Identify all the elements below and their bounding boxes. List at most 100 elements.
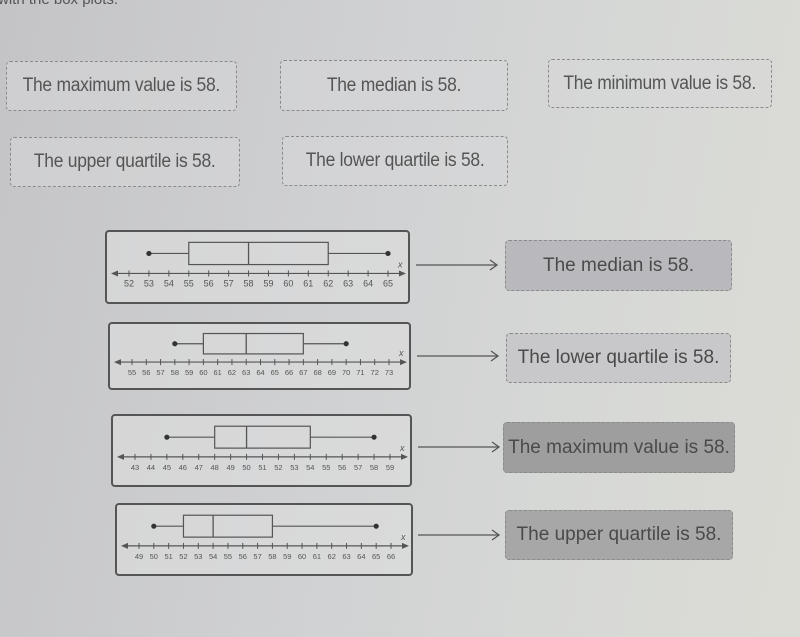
- tick-label: 56: [142, 368, 150, 377]
- answer-slot-3[interactable]: The maximum value is 58.: [503, 422, 735, 473]
- box-plot-4: x 49 50 51 52 53 54 55 56 57 58 59 60 61 62 63 64 65 66: [121, 514, 409, 561]
- tile-minimum[interactable]: The minimum value is 58.: [548, 59, 772, 108]
- tick-label: 58: [244, 278, 254, 288]
- tick-label: 64: [363, 278, 373, 288]
- box-plot-1: x 52 53 54 55 56 57 58 59 60 61 62 63 64 65: [111, 241, 406, 288]
- tick-label: 47: [195, 463, 203, 472]
- tick-label: 52: [179, 552, 187, 561]
- tick-label: 61: [213, 368, 221, 377]
- tick-label: 58: [171, 368, 179, 377]
- max-point: [343, 341, 349, 347]
- tick-label: 43: [131, 463, 139, 472]
- tick-label: 55: [184, 278, 194, 288]
- box-plot-card-4: x 49 50 51 52 53 54 55 56 57 58 59 60 61 62 63 64 65 66: [115, 503, 413, 576]
- axis-label: x: [398, 348, 404, 358]
- tick-label: 65: [372, 552, 380, 561]
- min-point: [151, 523, 157, 529]
- tick-label: 66: [387, 552, 395, 561]
- tick-label: 57: [224, 278, 234, 288]
- answer-slot-4[interactable]: The upper quartile is 58.: [505, 510, 733, 560]
- axis-arrow-right: [400, 359, 407, 366]
- tick-label: 53: [144, 278, 154, 288]
- arrow-icon: [418, 529, 501, 541]
- iqr-box: [202, 332, 304, 355]
- tick-label: 66: [285, 368, 293, 377]
- box-plot-card-2: x 55 56 57 58 59 60 61 62 63 64 65 66 67 68 69 70 71 72 73: [108, 322, 411, 390]
- min-point: [164, 434, 170, 440]
- axis-label: x: [399, 443, 405, 453]
- tick-label: 60: [283, 278, 293, 288]
- tick-label: 57: [253, 552, 261, 561]
- max-point: [373, 523, 379, 529]
- tick-label: 57: [156, 368, 164, 377]
- max-point: [371, 434, 377, 440]
- box-plot-2: x 55 56 57 58 59 60 61 62 63 64 65 66 67 68 69 70 71 72 73: [114, 332, 407, 377]
- answer-label: The upper quartile is 58.: [516, 524, 722, 545]
- tick-label: 57: [354, 463, 362, 472]
- axis-arrow-left: [121, 542, 128, 549]
- min-point: [146, 250, 152, 257]
- tick-label: 62: [328, 552, 336, 561]
- answer-label: The median is 58.: [542, 254, 695, 276]
- answer-slot-2[interactable]: The lower quartile is 58.: [506, 333, 731, 383]
- tick-label: 60: [199, 368, 207, 377]
- tick-label: 67: [299, 368, 307, 377]
- tick-label: 60: [298, 552, 306, 561]
- tile-lower-quartile[interactable]: The lower quartile is 58.: [282, 136, 508, 186]
- tick-label: 50: [242, 463, 250, 472]
- tick-label: 73: [385, 368, 393, 377]
- tick-label: 62: [323, 278, 333, 288]
- tick-label: 63: [342, 552, 350, 561]
- tick-label: 69: [328, 368, 336, 377]
- tick-label: 52: [124, 278, 134, 288]
- tick-label: 63: [242, 368, 250, 377]
- instruction-text: with the box plots.: [0, 0, 118, 8]
- axis-arrow-right: [402, 542, 409, 549]
- tick-label: 61: [303, 278, 313, 288]
- tile-median[interactable]: The median is 58.: [280, 60, 508, 111]
- tick-label: 49: [226, 463, 234, 472]
- tick-label: 58: [268, 552, 276, 561]
- axis-arrow-left: [111, 270, 118, 277]
- tick-label: 54: [306, 463, 314, 472]
- tick-label: 56: [239, 552, 247, 561]
- max-point: [385, 250, 391, 257]
- arrow-icon: [417, 350, 500, 362]
- tick-label: 54: [209, 552, 217, 561]
- tick-label: 56: [338, 463, 346, 472]
- tile-label: The median is 58.: [326, 74, 462, 96]
- tick-label: 68: [313, 368, 321, 377]
- tick-label: 45: [163, 463, 171, 472]
- tick-label: 55: [224, 552, 232, 561]
- tick-label: 63: [343, 278, 353, 288]
- axis-label: x: [400, 532, 406, 542]
- tick-label: 59: [386, 463, 394, 472]
- tick-label: 44: [147, 463, 155, 472]
- answer-slot-1[interactable]: The median is 58.: [505, 240, 732, 291]
- arrow-icon: [416, 259, 499, 271]
- tile-upper-quartile[interactable]: The upper quartile is 58.: [10, 137, 240, 187]
- tick-label: 54: [164, 278, 174, 288]
- min-point: [172, 341, 178, 347]
- tick-label: 48: [211, 463, 219, 472]
- axis-label: x: [397, 259, 403, 269]
- axis-arrow-left: [117, 453, 124, 460]
- iqr-box: [182, 514, 274, 538]
- axis-arrow-right: [401, 453, 408, 460]
- tick-label: 52: [274, 463, 282, 472]
- tick-label: 59: [185, 368, 193, 377]
- tile-label: The upper quartile is 58.: [34, 151, 216, 172]
- tick-label: 51: [164, 552, 172, 561]
- tick-label: 61: [313, 552, 321, 561]
- tick-label: 70: [342, 368, 350, 377]
- tick-label: 56: [204, 278, 214, 288]
- tick-label: 71: [356, 368, 364, 377]
- tile-maximum[interactable]: The maximum value is 58.: [6, 61, 237, 111]
- tick-label: 46: [179, 463, 187, 472]
- arrow-icon: [418, 441, 501, 453]
- tick-label: 62: [228, 368, 236, 377]
- tick-label: 55: [128, 368, 136, 377]
- answer-label: The lower quartile is 58.: [517, 347, 720, 368]
- tick-label: 50: [150, 552, 158, 561]
- tick-label: 55: [322, 463, 330, 472]
